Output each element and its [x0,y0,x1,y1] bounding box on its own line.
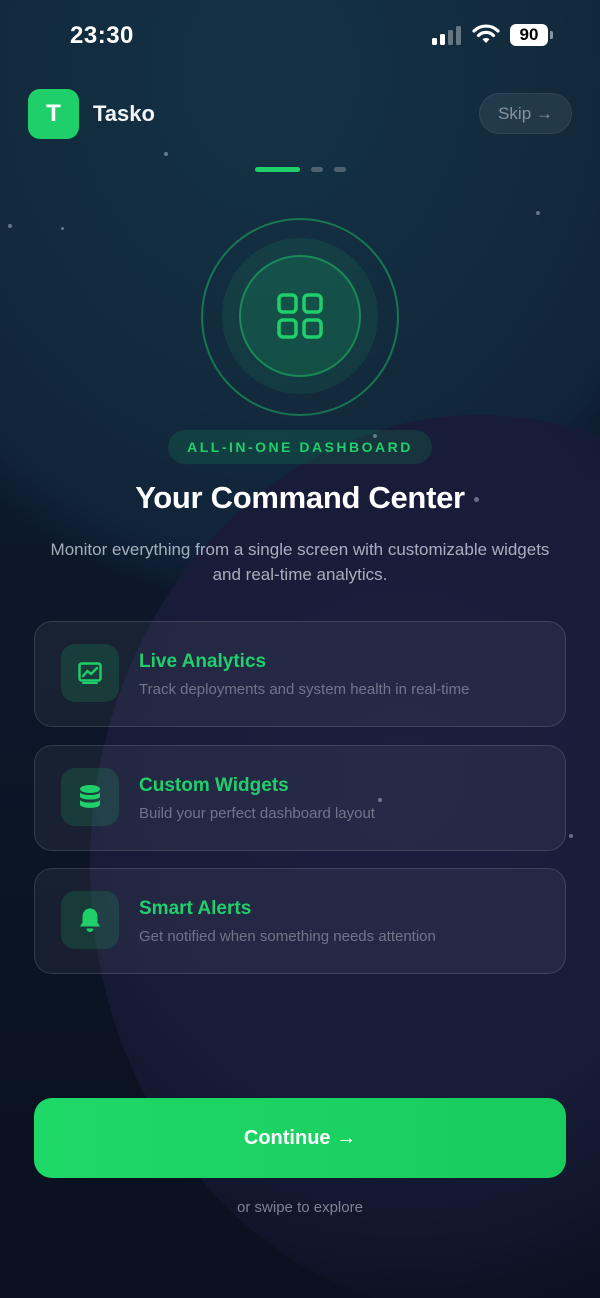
status-bar: 23:30 90 [0,0,600,72]
feature-icon-badge [61,644,119,702]
page-dot [334,167,346,172]
star [8,224,12,228]
database-icon [80,785,100,808]
feature-card-live-analytics: Live Analytics Track deployments and sys… [34,621,566,727]
bell-icon [80,908,100,932]
swipe-hint: or swipe to explore [237,1199,363,1216]
app-name: Tasko [93,101,155,126]
star [536,211,540,215]
continue-button[interactable]: Continue → [34,1098,566,1178]
wifi-icon [472,24,500,43]
app-logo: T [28,89,79,139]
feature-description: Get notified when something needs attent… [139,928,436,945]
page-indicator [255,167,346,172]
battery-tip [550,31,553,39]
cellular-signal-icon [432,26,461,45]
feature-card-smart-alerts: Smart Alerts Get notified when something… [34,868,566,974]
feature-card-custom-widgets: Custom Widgets Build your perfect dashbo… [34,745,566,851]
status-time: 23:30 [70,22,134,49]
feature-title: Smart Alerts [139,898,252,919]
feature-description: Build your perfect dashboard layout [139,805,375,822]
star [569,834,573,838]
skip-button[interactable]: Skip → [479,93,572,134]
page-dot [311,167,323,172]
battery-indicator: 90 [510,24,548,46]
feature-icon-badge [61,768,119,826]
page-subtitle: Monitor everything from a single screen … [50,540,550,584]
page-title: Your Command Center [135,480,465,515]
hero-icon-badge [239,255,361,377]
feature-description: Track deployments and system health in r… [139,681,470,698]
page-dot-active [255,167,300,172]
star [61,227,64,230]
star [164,152,168,156]
category-tag: ALL-IN-ONE DASHBOARD [168,430,432,464]
chart-icon [78,662,102,684]
grid-icon [277,293,323,339]
feature-icon-badge [61,891,119,949]
feature-title: Custom Widgets [139,775,289,796]
feature-title: Live Analytics [139,651,267,672]
